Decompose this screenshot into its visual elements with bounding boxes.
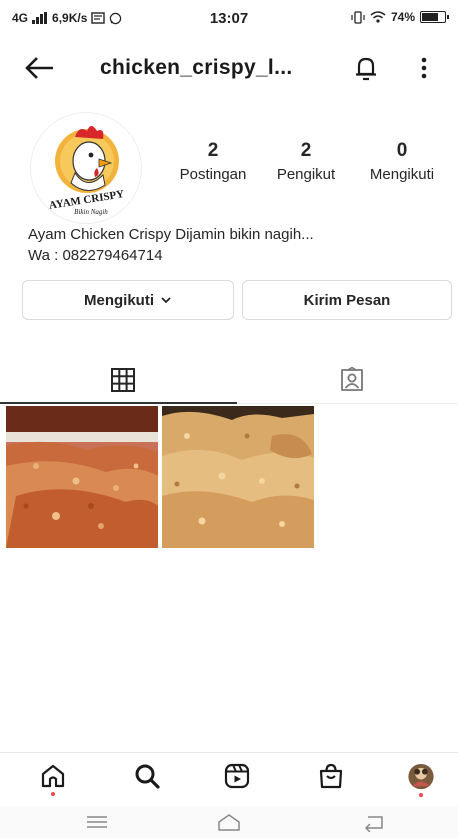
following-button-label: Mengikuti [84,291,154,309]
system-menu-button[interactable] [84,812,110,832]
chevron-down-icon [161,297,171,304]
bottom-navigation [0,752,458,806]
active-tab-indicator [0,402,237,404]
status-bar: 4G 6,9K/s 13:07 74% [0,0,458,36]
fried-chicken-photo [6,406,158,548]
shop-icon [319,763,343,789]
profile-avatar-icon [408,763,434,790]
stat-following[interactable]: 0 Mengikuti [360,140,444,183]
reels-icon [224,763,250,789]
status-right: 74% [351,10,449,24]
tab-posts-grid[interactable] [8,356,237,404]
stat-posts[interactable]: 2 Postingan [172,140,254,183]
posts-label: Postingan [179,166,247,183]
followers-count: 2 [300,140,312,161]
home-icon [41,764,65,788]
notifications-button[interactable] [352,54,380,82]
bio-contact: Wa : 082279464714 [28,247,163,264]
vibrate-icon [351,10,365,24]
system-navigation-bar [0,806,458,838]
system-home-button[interactable] [216,812,242,832]
profile-stats: 2 Postingan 2 Pengikut 0 Mengikuti [164,140,454,196]
posts-grid [6,406,452,548]
profile-tabs [0,356,458,404]
more-options-button[interactable] [414,54,434,82]
search-icon [135,764,160,789]
back-arrow-icon [25,57,53,79]
post-thumbnail-2[interactable] [162,406,314,548]
system-back-button[interactable] [362,812,388,833]
home-notification-dot [51,792,55,796]
battery-level [422,13,438,21]
back-button[interactable] [24,54,56,82]
wifi-icon [370,11,386,23]
tagged-icon [340,367,363,391]
more-vertical-icon [421,57,427,79]
nav-shop[interactable] [316,763,346,797]
followers-label: Pengikut [276,166,336,183]
following-button[interactable]: Mengikuti [22,280,234,320]
following-label: Mengikuti [369,166,435,183]
fried-chicken-photo [162,406,314,548]
grid-icon [110,368,135,392]
profile-header: chicken_crispy_l... [0,44,458,92]
message-button-label: Kirim Pesan [303,291,391,309]
profile-bio: Ayam Chicken Crispy Dijamin bikin nagih.… [28,224,314,266]
house-outline-icon [218,814,240,831]
stat-followers[interactable]: 2 Pengikut [268,140,344,183]
nav-profile[interactable] [406,763,436,797]
post-thumbnail-1[interactable] [6,406,158,548]
nav-home[interactable] [38,763,68,797]
ayam-crispy-logo: AYAM CRISPY Bikin Nagih [48,126,125,216]
logo-text-sub: Bikin Nagih [74,208,108,216]
nav-reels[interactable] [222,763,252,797]
return-icon [364,816,383,833]
profile-username: chicken_crispy_l... [100,56,293,79]
bell-icon [356,57,376,81]
tab-tagged[interactable] [237,356,458,404]
posts-count: 2 [207,140,219,161]
menu-icon [87,816,107,828]
battery-icon [420,11,449,23]
following-count: 0 [396,140,408,161]
message-button[interactable]: Kirim Pesan [242,280,452,320]
profile-avatar[interactable]: AYAM CRISPY Bikin Nagih [30,112,142,224]
battery-percent: 74% [390,10,415,24]
nav-search[interactable] [132,763,162,797]
profile-notification-dot [419,793,423,797]
bio-description: Ayam Chicken Crispy Dijamin bikin nagih.… [28,226,314,243]
